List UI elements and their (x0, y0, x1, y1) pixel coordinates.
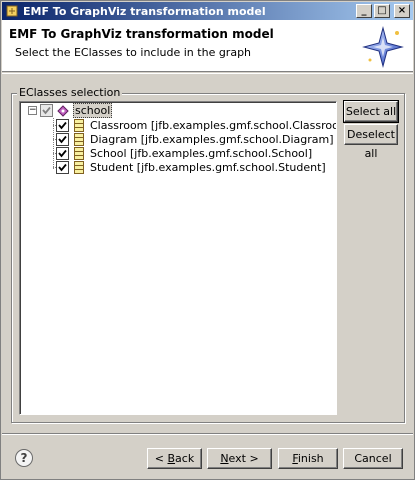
finish-button[interactable]: Finish (278, 448, 338, 469)
tree-row-school-class[interactable]: School [jfb.examples.gmf.school.School] (56, 146, 313, 161)
page-description: Select the EClasses to include in the gr… (15, 46, 252, 59)
checkbox-school-class[interactable] (56, 147, 69, 160)
minimize-button[interactable]: _ (356, 4, 372, 18)
tree-label-classroom: Classroom [jfb.examples.gmf.school.Class… (90, 119, 337, 132)
wizard-header: EMF To GraphViz transformation model Sel… (2, 20, 413, 72)
package-icon (56, 104, 70, 118)
eclass-icon (72, 147, 86, 161)
checkbox-school[interactable] (40, 104, 53, 117)
checkbox-student[interactable] (56, 161, 69, 174)
next-button[interactable]: Next > (207, 448, 272, 469)
maximize-button[interactable]: □ (374, 4, 390, 18)
tree-label-diagram: Diagram [jfb.examples.gmf.school.Diagram… (90, 133, 334, 146)
group-label: EClasses selection (17, 86, 123, 99)
back-mnemonic: B (167, 452, 176, 465)
wizard-dialog: EMF To GraphViz transformation model _ □… (0, 0, 415, 480)
eclasses-tree[interactable]: − school Classroom [jfb.examples.gmf.sch… (19, 101, 337, 415)
tree-row-school[interactable]: school (40, 103, 113, 118)
next-suffix: ext > (228, 452, 259, 465)
help-icon[interactable]: ? (15, 449, 33, 467)
tree-row-student[interactable]: Student [jfb.examples.gmf.school.Student… (56, 160, 327, 175)
page-title: EMF To GraphViz transformation model (9, 27, 274, 41)
wizard-icon (5, 4, 19, 18)
back-prefix: < (154, 452, 168, 465)
eclass-icon (72, 133, 86, 147)
sparkle-wizard-icon (361, 25, 405, 69)
cancel-button[interactable]: Cancel (343, 448, 403, 469)
tree-label-school: school (73, 103, 113, 118)
back-suffix: ack (175, 452, 195, 465)
tree-row-diagram[interactable]: Diagram [jfb.examples.gmf.school.Diagram… (56, 132, 335, 147)
select-all-button[interactable]: Select all (343, 100, 399, 123)
tree-expander-school[interactable]: − (28, 106, 37, 115)
tree-label-student: Student [jfb.examples.gmf.school.Student… (90, 161, 326, 174)
close-button[interactable]: × (394, 4, 410, 18)
eclass-icon (72, 119, 86, 133)
deselect-all-button[interactable]: Deselect all (344, 124, 398, 160)
next-mnemonic: N (220, 452, 229, 465)
window-title: EMF To GraphViz transformation model (23, 4, 266, 18)
tree-label-school-class: School [jfb.examples.gmf.school.School] (90, 147, 313, 160)
eclass-icon (72, 161, 86, 175)
checkbox-classroom[interactable] (56, 119, 69, 132)
checkbox-diagram[interactable] (56, 133, 69, 146)
tree-row-classroom[interactable]: Classroom [jfb.examples.gmf.school.Class… (56, 118, 337, 133)
title-bar[interactable]: EMF To GraphViz transformation model _ □… (2, 2, 413, 20)
finish-suffix: inish (297, 452, 324, 465)
back-button[interactable]: < Back (147, 448, 202, 469)
